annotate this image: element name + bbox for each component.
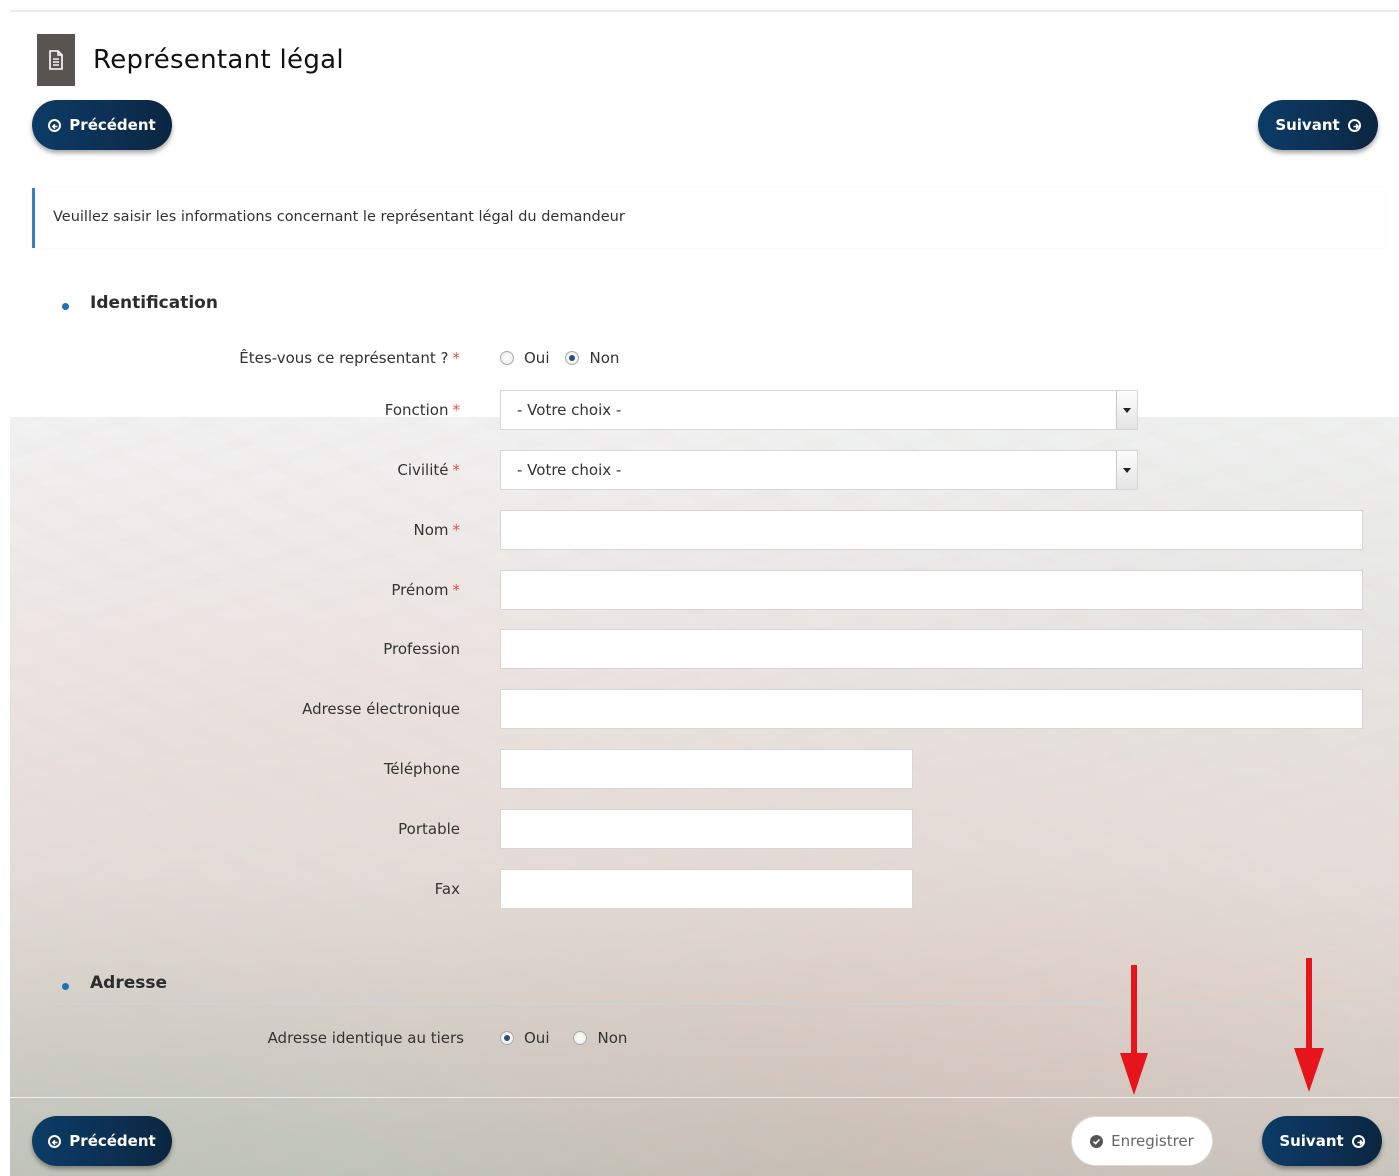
fax-input[interactable] — [500, 869, 913, 909]
required-mark: * — [452, 401, 461, 419]
civilite-select[interactable]: - Votre choix - — [500, 450, 1138, 490]
telephone-input[interactable] — [500, 749, 913, 789]
footer-divider — [10, 1097, 1399, 1098]
is-representative-label: Êtes-vous ce représentant ? * — [239, 349, 460, 367]
same-as-tiers-label: Adresse identique au tiers — [267, 1029, 464, 1047]
fonction-select[interactable]: - Votre choix - — [500, 390, 1138, 430]
radio-oui-label[interactable]: Oui — [524, 1029, 549, 1047]
prenom-label-text: Prénom — [391, 581, 449, 599]
radio-oui-selected[interactable] — [500, 1031, 514, 1045]
is-representative-radio-group: Oui Non — [500, 349, 635, 367]
bullet-icon — [62, 982, 69, 990]
radio-non[interactable] — [573, 1031, 588, 1045]
next-button-top[interactable]: Suivant — [1258, 100, 1378, 150]
civilite-label-text: Civilité — [397, 461, 449, 479]
arrow-right-circle-icon — [1347, 118, 1361, 132]
fonction-label: Fonction * — [385, 401, 460, 419]
section-title-adresse: Adresse — [90, 973, 168, 993]
top-border — [10, 10, 1399, 12]
same-as-tiers-radio-group: Oui Non — [500, 1029, 643, 1047]
telephone-label: Téléphone — [383, 760, 460, 778]
document-icon — [37, 34, 75, 86]
civilite-select-value: - Votre choix - — [517, 461, 622, 479]
page-header: Représentant légal — [37, 34, 344, 86]
section-divider — [50, 1003, 1363, 1004]
profession-input[interactable] — [500, 629, 1363, 669]
required-mark: * — [452, 521, 461, 539]
radio-non-label[interactable]: Non — [589, 349, 619, 367]
prenom-input[interactable] — [500, 570, 1363, 610]
annotation-arrow-icon — [1120, 965, 1148, 1095]
fax-label: Fax — [434, 880, 460, 898]
radio-oui[interactable] — [500, 351, 514, 365]
civilite-label: Civilité * — [397, 461, 460, 479]
radio-non-label[interactable]: Non — [597, 1029, 627, 1047]
nom-input[interactable] — [500, 510, 1363, 550]
check-circle-icon — [1090, 1134, 1104, 1148]
chevron-down-icon[interactable] — [1116, 451, 1137, 489]
nom-label-text: Nom — [413, 521, 449, 539]
required-mark: * — [452, 581, 461, 599]
previous-button-top[interactable]: Précédent — [32, 100, 172, 150]
annotation-arrow-icon — [1294, 958, 1324, 1092]
chevron-down-icon[interactable] — [1116, 391, 1137, 429]
email-input[interactable] — [500, 689, 1363, 729]
radio-oui-label[interactable]: Oui — [524, 349, 549, 367]
is-representative-label-text: Êtes-vous ce représentant ? — [239, 349, 449, 367]
section-identification: Identification — [62, 293, 218, 313]
page-title: Représentant légal — [93, 45, 344, 75]
fonction-label-text: Fonction — [384, 401, 449, 419]
previous-button-label: Précédent — [69, 1132, 156, 1150]
info-message: Veuillez saisir les informations concern… — [53, 209, 625, 225]
previous-button-bottom[interactable]: Précédent — [32, 1116, 172, 1166]
required-mark: * — [452, 461, 461, 479]
nom-label: Nom * — [413, 521, 460, 539]
arrow-right-circle-icon — [1351, 1134, 1365, 1148]
section-title-identification: Identification — [90, 293, 218, 313]
save-button-label: Enregistrer — [1111, 1132, 1194, 1150]
next-button-label: Suivant — [1279, 1132, 1344, 1150]
arrow-left-circle-icon — [48, 1134, 62, 1148]
prenom-label: Prénom * — [391, 581, 460, 599]
info-callout: Veuillez saisir les informations concern… — [32, 188, 1385, 248]
fonction-select-value: - Votre choix - — [517, 401, 622, 419]
profession-label: Profession — [383, 640, 460, 658]
radio-non-selected[interactable] — [565, 351, 580, 365]
email-label: Adresse électronique — [302, 700, 460, 718]
bullet-icon — [62, 302, 69, 310]
portable-input[interactable] — [500, 809, 913, 849]
save-button[interactable]: Enregistrer — [1071, 1116, 1213, 1166]
arrow-left-circle-icon — [48, 118, 62, 132]
next-button-bottom[interactable]: Suivant — [1262, 1116, 1382, 1166]
next-button-label: Suivant — [1275, 116, 1340, 134]
previous-button-label: Précédent — [69, 116, 156, 134]
section-adresse: Adresse — [62, 973, 167, 993]
required-mark: * — [452, 349, 461, 367]
portable-label: Portable — [398, 820, 460, 838]
